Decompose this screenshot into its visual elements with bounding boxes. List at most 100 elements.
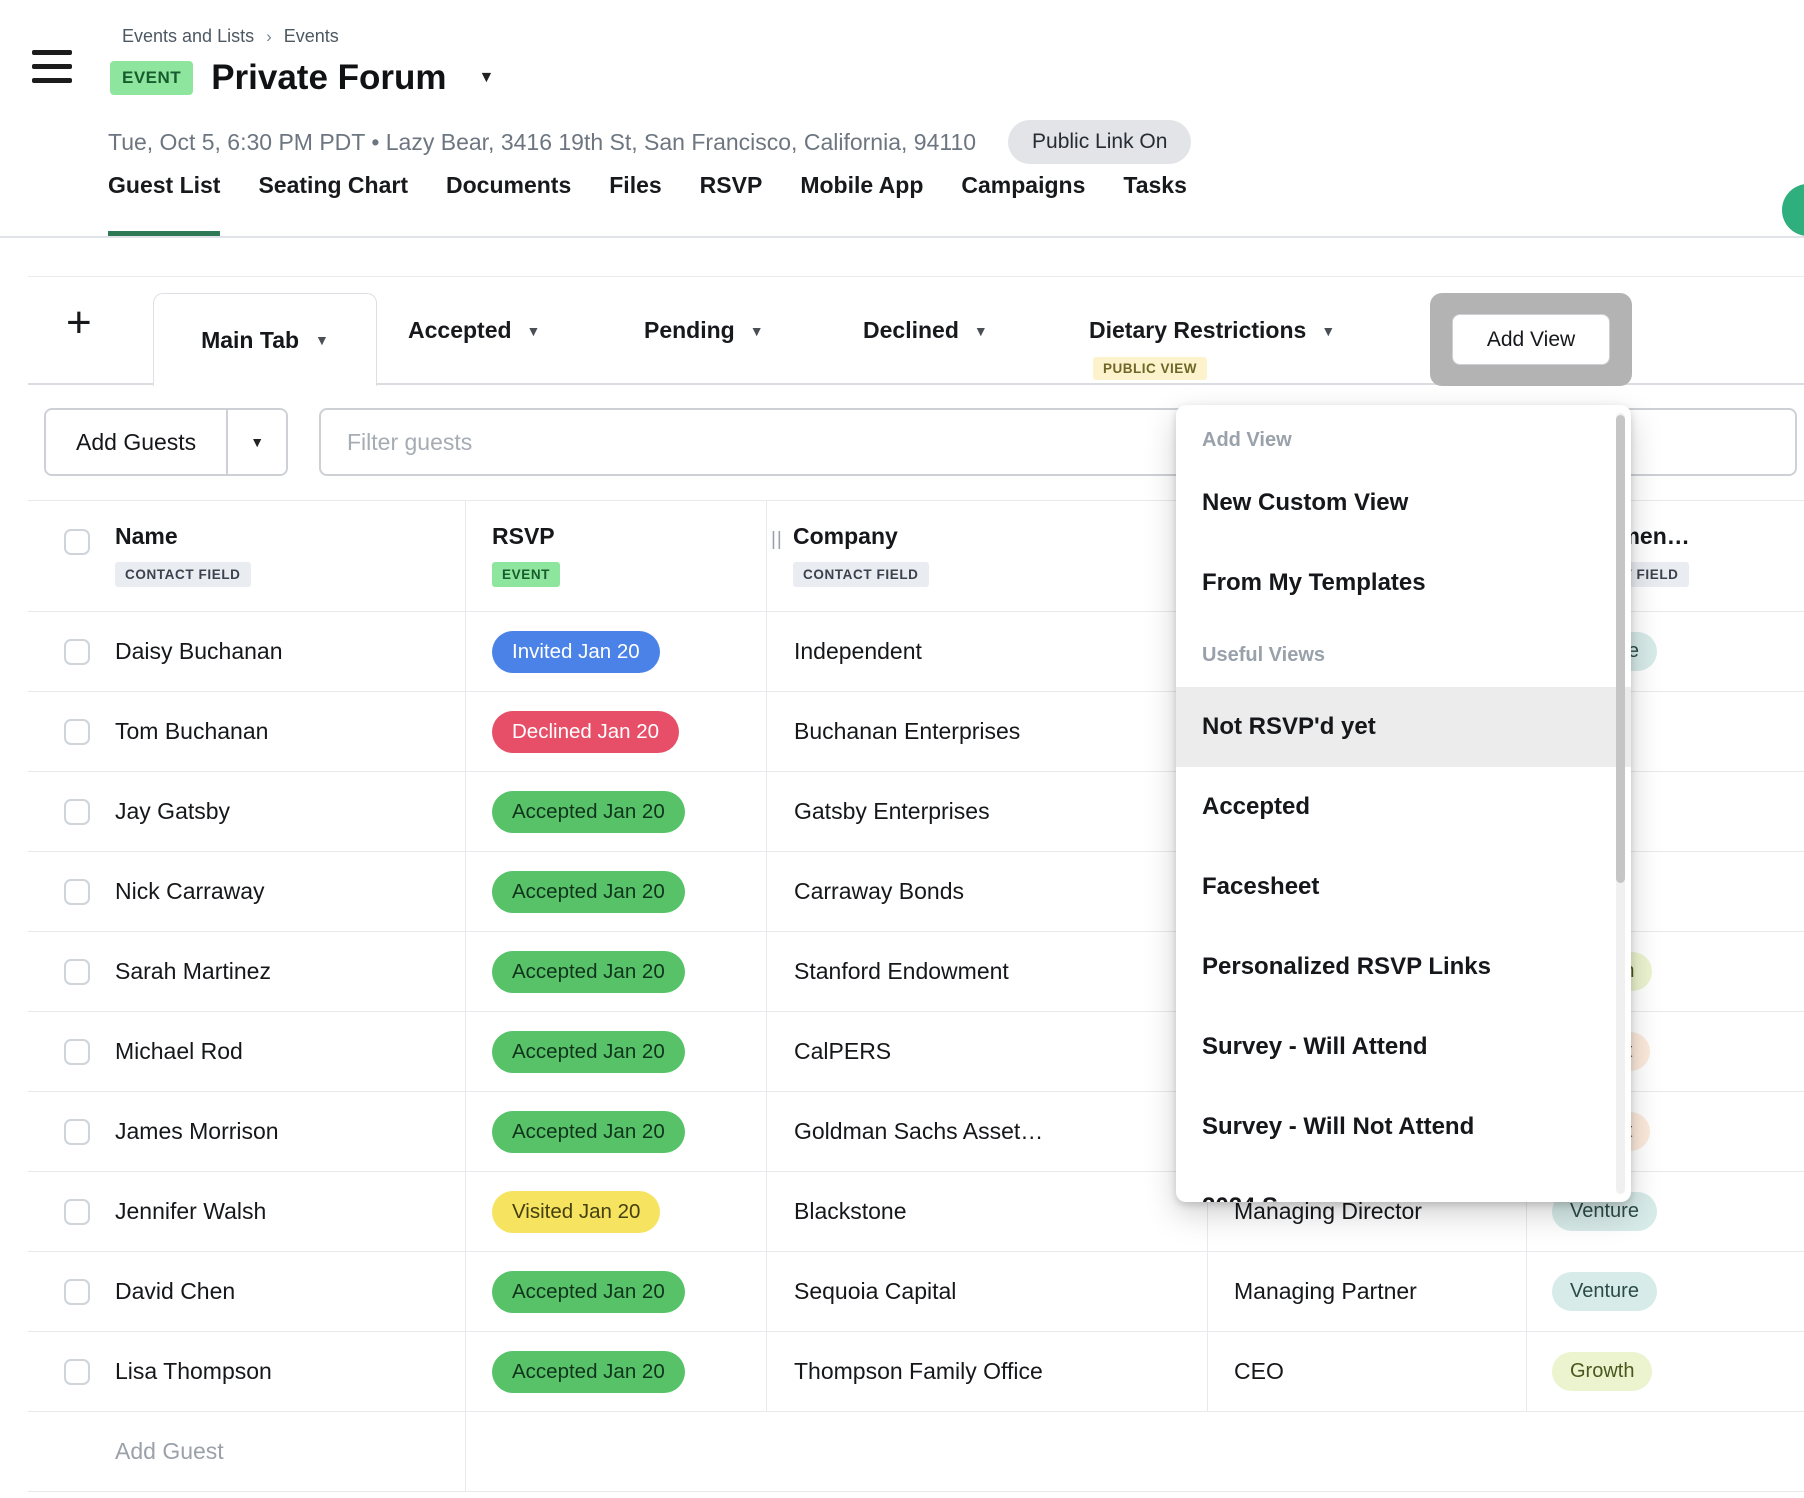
- row-checkbox[interactable]: [64, 719, 90, 745]
- view-tab-pending[interactable]: Pending▼: [644, 277, 764, 384]
- rsvp-status-pill[interactable]: Visited Jan 20: [492, 1191, 660, 1233]
- rsvp-cell: Declined Jan 20: [466, 692, 767, 771]
- chevron-down-icon: ▼: [1321, 323, 1335, 339]
- guest-name[interactable]: Nick Carraway: [115, 878, 265, 905]
- guest-name[interactable]: James Morrison: [115, 1118, 279, 1145]
- rsvp-status-pill[interactable]: Accepted Jan 20: [492, 951, 685, 993]
- rsvp-status-pill[interactable]: Declined Jan 20: [492, 711, 679, 753]
- job-title-value: Managing Partner: [1234, 1278, 1417, 1305]
- select-all-checkbox[interactable]: [64, 529, 90, 555]
- public-view-badge: PUBLIC VIEW: [1093, 357, 1207, 380]
- guest-name[interactable]: Tom Buchanan: [115, 718, 268, 745]
- row-checkbox[interactable]: [64, 1359, 90, 1385]
- rsvp-cell: Accepted Jan 20: [466, 852, 767, 931]
- view-tab-main-tab[interactable]: Main Tab ▼: [153, 293, 377, 386]
- row-checkbox[interactable]: [64, 639, 90, 665]
- menu-item-survey-will-not-attend[interactable]: Survey - Will Not Attend: [1176, 1087, 1631, 1167]
- page-title: Private Forum: [211, 58, 446, 98]
- guest-name[interactable]: David Chen: [115, 1278, 235, 1305]
- add-guest-placeholder[interactable]: Add Guest: [115, 1438, 224, 1465]
- hamburger-menu-icon[interactable]: [32, 50, 72, 83]
- view-tab-declined[interactable]: Declined▼: [863, 277, 988, 384]
- breadcrumb-events-and-lists[interactable]: Events and Lists: [122, 26, 254, 47]
- view-tab-accepted[interactable]: Accepted▼: [408, 277, 540, 384]
- menu-item-new-custom-view[interactable]: New Custom View: [1176, 463, 1631, 543]
- add-guests-button[interactable]: Add Guests: [46, 410, 226, 474]
- row-checkbox[interactable]: [64, 1039, 90, 1065]
- company-value: Sequoia Capital: [794, 1278, 956, 1305]
- rsvp-status-pill[interactable]: Accepted Jan 20: [492, 1271, 685, 1313]
- breadcrumb-events[interactable]: Events: [284, 26, 339, 47]
- rsvp-status-pill[interactable]: Invited Jan 20: [492, 631, 660, 673]
- header-divider: [0, 236, 1804, 238]
- column-header-name: NameCONTACT FIELD: [28, 501, 466, 611]
- menu-item-personalized-rsvp-links[interactable]: Personalized RSVP Links: [1176, 927, 1631, 1007]
- chevron-down-icon: ▼: [315, 332, 329, 348]
- row-checkbox[interactable]: [64, 799, 90, 825]
- title-row: EVENT Private Forum ▼: [110, 58, 494, 98]
- menu-item-2024-s[interactable]: 2024 S…: [1176, 1167, 1631, 1202]
- view-tab-label: Pending: [644, 317, 735, 344]
- rsvp-status-pill[interactable]: Accepted Jan 20: [492, 1111, 685, 1153]
- company-cell: Gatsby Enterprises: [767, 772, 1208, 851]
- guest-name[interactable]: Lisa Thompson: [115, 1358, 272, 1385]
- guest-name[interactable]: Daisy Buchanan: [115, 638, 283, 665]
- add-guest-row[interactable]: Add Guest: [28, 1412, 1804, 1492]
- company-cell: Stanford Endowment: [767, 932, 1208, 1011]
- tab-seating-chart[interactable]: Seating Chart: [258, 172, 408, 238]
- rsvp-status-pill[interactable]: Accepted Jan 20: [492, 791, 685, 833]
- company-value: Thompson Family Office: [794, 1358, 1043, 1385]
- guest-name[interactable]: Michael Rod: [115, 1038, 243, 1065]
- guest-name[interactable]: Sarah Martinez: [115, 958, 271, 985]
- column-label: Company: [793, 523, 1207, 550]
- subtitle-row: Tue, Oct 5, 6:30 PM PDT • Lazy Bear, 341…: [108, 120, 1191, 164]
- add-guests-dropdown-button[interactable]: ▼: [226, 410, 286, 474]
- rsvp-status-pill[interactable]: Accepted Jan 20: [492, 1031, 685, 1073]
- company-cell: Buchanan Enterprises: [767, 692, 1208, 771]
- investment-cell: Venture: [1527, 1252, 1804, 1331]
- public-link-status-pill[interactable]: Public Link On: [1008, 120, 1191, 164]
- tab-rsvp[interactable]: RSVP: [700, 172, 763, 238]
- company-value: Blackstone: [794, 1198, 907, 1225]
- guest-name[interactable]: Jay Gatsby: [115, 798, 230, 825]
- investment-cell: Growth: [1527, 1332, 1804, 1411]
- row-checkbox[interactable]: [64, 959, 90, 985]
- rsvp-cell: Accepted Jan 20: [466, 1332, 767, 1411]
- menu-item-accepted[interactable]: Accepted: [1176, 767, 1631, 847]
- tab-files[interactable]: Files: [609, 172, 661, 238]
- breadcrumb-chevron-icon: ›: [266, 27, 272, 47]
- menu-item-from-my-templates[interactable]: From My Templates: [1176, 543, 1631, 623]
- column-resize-handle-icon[interactable]: ||: [771, 529, 783, 551]
- guest-name-cell: Jay Gatsby: [28, 772, 466, 851]
- row-checkbox[interactable]: [64, 1119, 90, 1145]
- chevron-down-icon: ▼: [527, 323, 541, 339]
- table-row: David Chen Accepted Jan 20 Sequoia Capital…: [28, 1252, 1804, 1332]
- rsvp-status-pill[interactable]: Accepted Jan 20: [492, 871, 685, 913]
- page: Events and Lists › Events EVENT Private …: [0, 0, 1804, 1498]
- dropdown-scrollbar-thumb[interactable]: [1616, 415, 1625, 883]
- tab-documents[interactable]: Documents: [446, 172, 571, 238]
- guest-name[interactable]: Jennifer Walsh: [115, 1198, 266, 1225]
- menu-item-survey-will-attend[interactable]: Survey - Will Attend: [1176, 1007, 1631, 1087]
- guest-name-cell: Sarah Martinez: [28, 932, 466, 1011]
- company-cell: Independent: [767, 612, 1208, 691]
- add-view-button[interactable]: Add View: [1452, 314, 1610, 365]
- column-field-badge: CONTACT FIELD: [115, 562, 251, 587]
- table-row: Lisa Thompson Accepted Jan 20 Thompson Fam…: [28, 1332, 1804, 1412]
- menu-item-not-rsvp-d-yet[interactable]: Not RSVP'd yet: [1176, 687, 1631, 767]
- title-dropdown-caret-icon[interactable]: ▼: [479, 69, 495, 87]
- chat-bubble[interactable]: [1782, 184, 1804, 236]
- menu-item-facesheet[interactable]: Facesheet: [1176, 847, 1631, 927]
- row-checkbox[interactable]: [64, 1279, 90, 1305]
- tab-tasks[interactable]: Tasks: [1123, 172, 1187, 238]
- guest-name-cell: David Chen: [28, 1252, 466, 1331]
- rsvp-status-pill[interactable]: Accepted Jan 20: [492, 1351, 685, 1393]
- tab-campaigns[interactable]: Campaigns: [961, 172, 1085, 238]
- tab-mobile-app[interactable]: Mobile App: [800, 172, 923, 238]
- guest-name-cell: Daisy Buchanan: [28, 612, 466, 691]
- add-tab-button[interactable]: +: [66, 301, 92, 345]
- tab-guest-list[interactable]: Guest List: [108, 172, 220, 238]
- row-checkbox[interactable]: [64, 1199, 90, 1225]
- row-checkbox[interactable]: [64, 879, 90, 905]
- rsvp-cell: Visited Jan 20: [466, 1172, 767, 1251]
